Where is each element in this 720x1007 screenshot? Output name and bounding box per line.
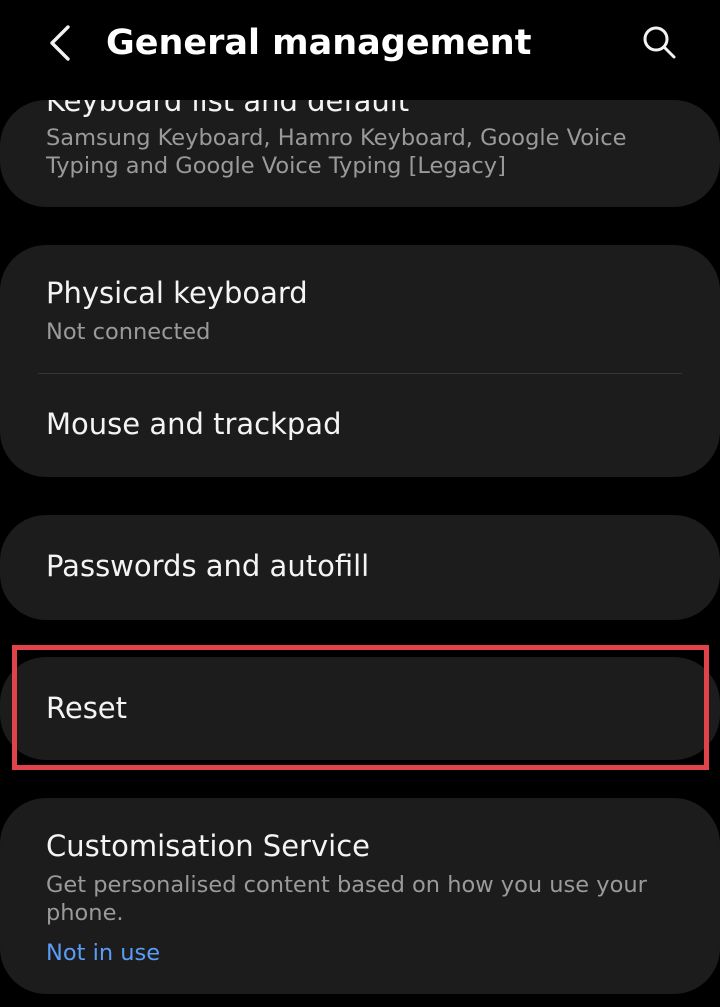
search-button[interactable] <box>634 17 684 67</box>
passwords-card: Passwords and autofill <box>0 515 720 620</box>
customisation-service-title: Customisation Service <box>46 829 370 863</box>
back-button[interactable] <box>38 18 82 68</box>
customisation-service-subtitle: Get personalised content based on how yo… <box>46 872 647 926</box>
keyboard-list-title: Keyboard list and default <box>46 100 410 118</box>
mouse-trackpad-item[interactable]: Mouse and trackpad <box>0 374 720 477</box>
keyboard-devices-card: Physical keyboard Not connected Mouse an… <box>0 245 720 477</box>
reset-card: Reset <box>0 657 720 760</box>
chevron-left-icon <box>50 25 70 61</box>
reset-title: Reset <box>46 691 128 725</box>
keyboard-list-card: Keyboard list and default Samsung Keyboa… <box>0 100 720 207</box>
keyboard-list-subtitle: Samsung Keyboard, Hamro Keyboard, Google… <box>46 125 627 179</box>
customisation-status-link[interactable]: Not in use <box>46 940 160 966</box>
mouse-trackpad-title: Mouse and trackpad <box>46 407 342 441</box>
reset-item[interactable]: Reset <box>0 657 720 760</box>
passwords-autofill-item[interactable]: Passwords and autofill <box>0 515 720 620</box>
keyboard-list-item[interactable]: Keyboard list and default Samsung Keyboa… <box>0 100 720 207</box>
passwords-autofill-title: Passwords and autofill <box>46 549 370 583</box>
physical-keyboard-item[interactable]: Physical keyboard Not connected <box>0 245 720 373</box>
customisation-service-item[interactable]: Customisation Service Get personalised c… <box>0 798 720 994</box>
search-icon <box>643 26 676 59</box>
customisation-card: Customisation Service Get personalised c… <box>0 798 720 994</box>
app-header: General management <box>0 0 720 90</box>
physical-keyboard-subtitle: Not connected <box>46 319 211 345</box>
page-title: General management <box>106 23 532 63</box>
physical-keyboard-title: Physical keyboard <box>46 276 308 310</box>
